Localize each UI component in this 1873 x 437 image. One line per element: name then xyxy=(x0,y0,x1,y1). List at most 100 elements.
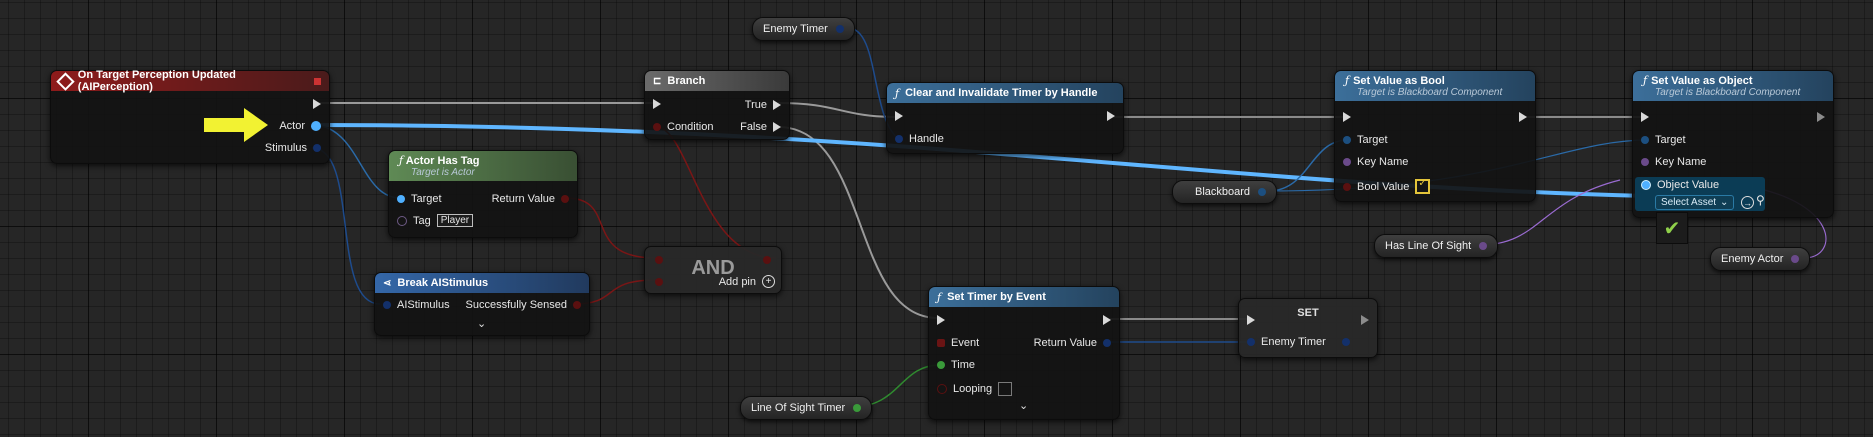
set-timer-return-pin[interactable]: Return Value xyxy=(1034,337,1111,349)
actor-has-tag-node[interactable]: ƒ Actor Has Tag Target is Actor Target R… xyxy=(388,150,578,238)
function-icon: ƒ xyxy=(1643,74,1648,87)
event-node-target-perception-updated[interactable]: On Target Perception Updated (AIPercepti… xyxy=(50,69,330,164)
branch-true-pin[interactable]: True xyxy=(745,99,781,111)
set-object-target-pin[interactable]: Target xyxy=(1641,134,1686,146)
name-pin-icon xyxy=(1791,255,1800,263)
blackboard-variable[interactable]: Blackboard xyxy=(1172,180,1278,204)
set-bool-key-name-pin[interactable]: Key Name xyxy=(1343,156,1408,168)
browse-asset-search-icon[interactable]: ⚲ xyxy=(1756,193,1765,207)
clear-timer-handle-pin[interactable]: Handle xyxy=(895,133,944,145)
break-ai-stimulus-node[interactable]: ⋖ Break AIStimulus AIStimulus Successful… xyxy=(374,272,590,336)
event-pin-label: Event xyxy=(951,337,980,349)
float-pin-icon xyxy=(937,361,945,369)
select-asset-dropdown[interactable]: Select Asset ⌄ xyxy=(1655,195,1735,210)
delegate-pin-icon xyxy=(937,339,945,347)
bool-pin-icon xyxy=(937,384,947,394)
use-selected-asset-icon[interactable]: → xyxy=(1741,196,1754,209)
name-pin-icon xyxy=(1641,158,1649,166)
exec-out-icon xyxy=(1519,112,1527,122)
exec-out-icon xyxy=(313,99,321,109)
successfully-sensed-pin[interactable]: Successfully Sensed xyxy=(466,299,581,311)
struct-pin-icon xyxy=(1341,338,1350,346)
checkmark-icon[interactable]: ✔ xyxy=(1656,212,1688,244)
set-object-key-name-pin[interactable]: Key Name xyxy=(1641,156,1706,168)
set-value-as-object-node[interactable]: ƒ Set Value as Object Target is Blackboar… xyxy=(1632,70,1834,218)
branch-condition-pin[interactable]: Condition xyxy=(653,121,713,133)
set-object-value-pin[interactable]: Object Value xyxy=(1641,179,1719,191)
set-timer-event-pin[interactable]: Event xyxy=(937,337,979,349)
tag-value-input[interactable]: Player xyxy=(436,214,474,227)
has-line-of-sight-label: Has Line Of Sight xyxy=(1385,240,1472,252)
set-object-subtitle: Target is Blackboard Component xyxy=(1655,87,1801,98)
set-bool-exec-out-pin[interactable] xyxy=(1519,112,1527,122)
function-icon: ƒ xyxy=(399,154,404,167)
event-actor-pin[interactable]: Actor xyxy=(279,120,321,132)
set-object-exec-in-pin[interactable] xyxy=(1641,112,1649,122)
exec-wire xyxy=(777,102,899,118)
set-object-exec-out-pin[interactable] xyxy=(1817,112,1825,122)
bool-value-checkbox[interactable] xyxy=(1415,178,1431,194)
expand-chevron-icon[interactable]: ⌄ xyxy=(477,317,486,330)
enemy-actor-variable[interactable]: Enemy Actor xyxy=(1710,247,1811,271)
bool-pin-icon[interactable] xyxy=(655,278,663,286)
function-icon: ƒ xyxy=(895,86,900,100)
add-pin-label: Add pin xyxy=(718,275,756,288)
expand-chevron-icon[interactable]: ⌄ xyxy=(1019,399,1028,412)
has-tag-return-pin[interactable]: Return Value xyxy=(492,193,569,205)
has-line-of-sight-variable[interactable]: Has Line Of Sight xyxy=(1374,234,1499,258)
branch-node[interactable]: ⊏ Branch True Condition False xyxy=(644,70,790,140)
exec-wire xyxy=(777,126,939,319)
set-bool-target-pin[interactable]: Target xyxy=(1343,134,1388,146)
set-timer-exec-in-pin[interactable] xyxy=(937,315,945,325)
enemy-timer-variable[interactable]: Enemy Timer xyxy=(752,17,855,41)
set-bool-value-pin[interactable]: Bool Value xyxy=(1343,178,1431,194)
exec-out-icon xyxy=(773,100,781,110)
set-value-as-bool-node[interactable]: ƒ Set Value as Bool Target is Blackboard … xyxy=(1334,70,1536,202)
line-of-sight-timer-variable[interactable]: Line Of Sight Timer xyxy=(740,396,873,420)
has-tag-target-pin[interactable]: Target xyxy=(397,193,442,205)
set-timer-title: Set Timer by Event xyxy=(947,291,1046,303)
blackboard-label: Blackboard xyxy=(1195,186,1251,198)
branch-false-pin[interactable]: False xyxy=(740,121,781,133)
clear-timer-header: ƒ Clear and Invalidate Timer by Handle xyxy=(887,83,1123,103)
struct-pin-icon xyxy=(895,135,903,143)
looping-checkbox[interactable] xyxy=(998,382,1013,396)
and-add-pin[interactable]: Add pin + xyxy=(719,275,775,288)
event-stimulus-pin[interactable]: Stimulus xyxy=(265,142,321,154)
struct-pin-icon xyxy=(1103,339,1111,347)
branch-exec-in-pin[interactable] xyxy=(653,99,661,109)
event-icon xyxy=(56,71,75,91)
function-icon: ƒ xyxy=(1345,74,1350,87)
float-pin-icon xyxy=(853,404,862,412)
clear-timer-exec-in-pin[interactable] xyxy=(895,111,903,121)
set-node-exec-out-pin[interactable] xyxy=(1361,315,1369,325)
exec-out-icon xyxy=(1103,315,1111,325)
stimulus-pin-label: Stimulus xyxy=(264,142,307,154)
name-pin-icon xyxy=(397,215,407,226)
bool-pin-icon[interactable] xyxy=(655,256,663,264)
false-pin-label: False xyxy=(740,121,767,133)
break-stimulus-input-pin[interactable]: AIStimulus xyxy=(383,299,450,311)
add-pin-icon: + xyxy=(762,275,775,288)
set-node-exec-in-pin[interactable] xyxy=(1247,315,1255,325)
clear-invalidate-timer-node[interactable]: ƒ Clear and Invalidate Timer by Handle H… xyxy=(886,82,1124,154)
set-bool-title: Set Value as Bool xyxy=(1353,75,1445,87)
event-exec-out-pin[interactable] xyxy=(313,99,321,109)
set-node-enemy-timer-pin[interactable]: Enemy Timer xyxy=(1247,336,1350,348)
select-asset-label: Select Asset xyxy=(1661,197,1717,208)
clear-timer-title: Clear and Invalidate Timer by Handle xyxy=(905,87,1098,99)
clear-timer-exec-out-pin[interactable] xyxy=(1107,111,1115,121)
set-timer-looping-pin[interactable]: Looping xyxy=(937,382,1013,396)
set-timer-header: ƒ Set Timer by Event xyxy=(929,287,1119,307)
set-timer-by-event-node[interactable]: ƒ Set Timer by Event Event Return Value … xyxy=(928,286,1120,420)
break-icon: ⋖ xyxy=(383,277,392,289)
branch-node-header: ⊏ Branch xyxy=(645,71,789,91)
function-icon: ƒ xyxy=(937,290,942,304)
set-timer-time-pin[interactable]: Time xyxy=(937,359,975,371)
set-timer-exec-out-pin[interactable] xyxy=(1103,315,1111,325)
set-bool-exec-in-pin[interactable] xyxy=(1343,112,1351,122)
has-tag-tag-pin[interactable]: Tag Player xyxy=(397,214,474,227)
bool-pin-icon[interactable] xyxy=(763,256,771,264)
and-node[interactable]: AND Add pin + xyxy=(644,246,782,294)
set-variable-node[interactable]: SET Enemy Timer xyxy=(1238,298,1378,358)
